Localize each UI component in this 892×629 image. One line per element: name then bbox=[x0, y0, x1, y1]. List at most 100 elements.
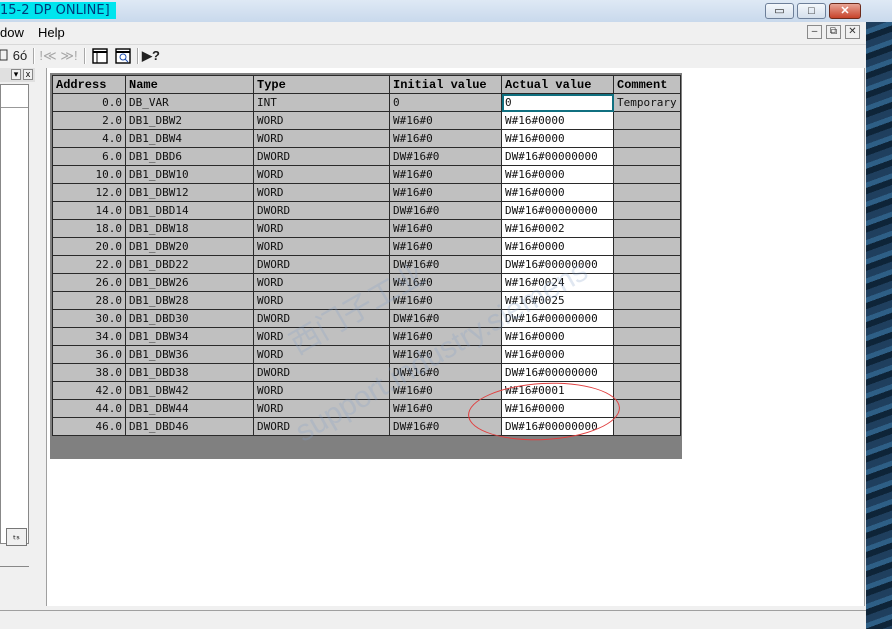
grid-icon bbox=[0, 49, 8, 61]
cell-actual-value[interactable]: W#16#0000 bbox=[501, 165, 614, 184]
minimize-button[interactable]: ▭ bbox=[765, 3, 794, 19]
cell-actual-value[interactable]: DW#16#00000000 bbox=[501, 363, 614, 382]
mdi-close-icon: ✕ bbox=[848, 26, 857, 37]
cell-actual-value[interactable]: W#16#0000 bbox=[501, 111, 614, 130]
toolbar-separator bbox=[84, 48, 86, 64]
table-row[interactable]: 20.0 DB1_DBW20 WORD W#16#0 W#16#0000 bbox=[52, 237, 681, 256]
column-header-type[interactable]: Type bbox=[253, 75, 390, 94]
cell-type: WORD bbox=[253, 237, 390, 256]
next-icon: ≫! bbox=[60, 48, 78, 63]
details-button[interactable] bbox=[113, 47, 133, 65]
minimize-icon: ▭ bbox=[774, 5, 785, 17]
toolbar-separator bbox=[33, 48, 35, 64]
cell-address: 4.0 bbox=[52, 129, 126, 148]
cell-actual-value[interactable]: W#16#0000 bbox=[501, 327, 614, 346]
table-row[interactable]: 2.0 DB1_DBW2 WORD W#16#0 W#16#0000 bbox=[52, 111, 681, 130]
panel-close-button[interactable]: x bbox=[23, 69, 33, 80]
cell-comment bbox=[613, 399, 681, 418]
cell-actual-value[interactable]: DW#16#00000000 bbox=[501, 147, 614, 166]
column-header-address[interactable]: Address bbox=[52, 75, 126, 94]
table-row[interactable]: 4.0 DB1_DBW4 WORD W#16#0 W#16#0000 bbox=[52, 129, 681, 148]
cell-actual-value[interactable]: W#16#0002 bbox=[501, 219, 614, 238]
column-header-name[interactable]: Name bbox=[125, 75, 254, 94]
mdi-minimize-button[interactable]: – bbox=[807, 25, 822, 39]
table-row[interactable]: 34.0 DB1_DBW34 WORD W#16#0 W#16#0000 bbox=[52, 327, 681, 346]
table-row[interactable]: 6.0 DB1_DBD6 DWORD DW#16#0 DW#16#00000000 bbox=[52, 147, 681, 166]
cell-initial-value: W#16#0 bbox=[389, 183, 502, 202]
cell-name: DB1_DBD38 bbox=[125, 363, 254, 382]
menu-window[interactable]: dow bbox=[0, 25, 24, 40]
mdi-restore-button[interactable]: ⧉ bbox=[826, 25, 841, 39]
window-layout-icon bbox=[92, 48, 108, 64]
left-panel-tool-button[interactable]: ₜₛ bbox=[6, 528, 27, 546]
cell-address: 18.0 bbox=[52, 219, 126, 238]
cell-address: 26.0 bbox=[52, 273, 126, 292]
monitor-button[interactable]: 6ó bbox=[10, 47, 30, 65]
cell-name: DB1_DBD46 bbox=[125, 417, 254, 436]
cell-actual-value[interactable]: W#16#0000 bbox=[501, 237, 614, 256]
cell-actual-value[interactable]: W#16#0000 bbox=[501, 345, 614, 364]
overview-button[interactable] bbox=[90, 47, 110, 65]
menu-bar: dow Help bbox=[0, 22, 866, 43]
cell-name: DB1_DBW20 bbox=[125, 237, 254, 256]
column-header-actual-value[interactable]: Actual value bbox=[501, 75, 614, 94]
cell-actual-value[interactable]: DW#16#00000000 bbox=[501, 201, 614, 220]
maximize-button[interactable]: □ bbox=[797, 3, 826, 19]
cell-name: DB1_DBD30 bbox=[125, 309, 254, 328]
cell-actual-value[interactable]: 0 bbox=[501, 93, 614, 112]
cell-comment bbox=[613, 417, 681, 436]
cell-comment bbox=[613, 129, 681, 148]
cell-address: 38.0 bbox=[52, 363, 126, 382]
cell-comment bbox=[613, 381, 681, 400]
cell-initial-value: DW#16#0 bbox=[389, 201, 502, 220]
cell-name: DB1_DBW36 bbox=[125, 345, 254, 364]
panel-dropdown-button[interactable]: ▾ bbox=[11, 69, 21, 80]
table-row[interactable]: 12.0 DB1_DBW12 WORD W#16#0 W#16#0000 bbox=[52, 183, 681, 202]
tool-icon: ₜₛ bbox=[13, 531, 20, 542]
left-panel-content[interactable] bbox=[0, 84, 29, 544]
cell-comment bbox=[613, 363, 681, 382]
cell-comment bbox=[613, 291, 681, 310]
mdi-close-button[interactable]: ✕ bbox=[845, 25, 860, 39]
next-button[interactable]: ≫! bbox=[59, 47, 79, 65]
cell-type: DWORD bbox=[253, 201, 390, 220]
column-header-initial-value[interactable]: Initial value bbox=[389, 75, 502, 94]
context-help-button[interactable]: ▶? bbox=[141, 47, 161, 65]
cell-address: 28.0 bbox=[52, 291, 126, 310]
left-panel-header: ▾ x bbox=[0, 68, 35, 82]
cell-actual-value[interactable]: W#16#0000 bbox=[501, 183, 614, 202]
previous-button[interactable]: !≪ bbox=[38, 47, 58, 65]
cell-actual-value[interactable]: W#16#0000 bbox=[501, 129, 614, 148]
table-row[interactable]: 10.0 DB1_DBW10 WORD W#16#0 W#16#0000 bbox=[52, 165, 681, 184]
window-magnifier-icon bbox=[115, 48, 131, 64]
cell-name: DB1_DBW10 bbox=[125, 165, 254, 184]
menu-help[interactable]: Help bbox=[38, 25, 65, 40]
column-header-comment[interactable]: Comment bbox=[613, 75, 681, 94]
table-row[interactable]: 0.0 DB_VAR INT 0 0 Temporary bbox=[52, 93, 681, 112]
close-icon: x bbox=[25, 69, 31, 79]
cell-address: 0.0 bbox=[52, 93, 126, 112]
close-button[interactable]: ✕ bbox=[829, 3, 861, 19]
cell-name: DB1_DBW42 bbox=[125, 381, 254, 400]
cell-type: INT bbox=[253, 93, 390, 112]
cell-comment bbox=[613, 237, 681, 256]
cell-comment bbox=[613, 165, 681, 184]
table-row[interactable]: 36.0 DB1_DBW36 WORD W#16#0 W#16#0000 bbox=[52, 345, 681, 364]
cell-comment bbox=[613, 273, 681, 292]
table-row[interactable]: 14.0 DB1_DBD14 DWORD DW#16#0 DW#16#00000000 bbox=[52, 201, 681, 220]
status-bar bbox=[0, 614, 866, 629]
table-row[interactable]: 18.0 DB1_DBW18 WORD W#16#0 W#16#0002 bbox=[52, 219, 681, 238]
cell-comment bbox=[613, 147, 681, 166]
cell-comment bbox=[613, 219, 681, 238]
close-icon: ✕ bbox=[840, 5, 850, 17]
toolbar-item-partial[interactable] bbox=[0, 47, 8, 65]
table-header-row: Address Name Type Initial value Actual v… bbox=[52, 75, 681, 94]
cell-name: DB1_DBW26 bbox=[125, 273, 254, 292]
cell-type: WORD bbox=[253, 111, 390, 130]
mdi-minimize-icon: – bbox=[811, 26, 818, 37]
cell-name: DB1_DBW34 bbox=[125, 327, 254, 346]
cell-initial-value: W#16#0 bbox=[389, 165, 502, 184]
desktop-wallpaper bbox=[866, 22, 892, 629]
cell-initial-value: W#16#0 bbox=[389, 129, 502, 148]
cell-name: DB_VAR bbox=[125, 93, 254, 112]
